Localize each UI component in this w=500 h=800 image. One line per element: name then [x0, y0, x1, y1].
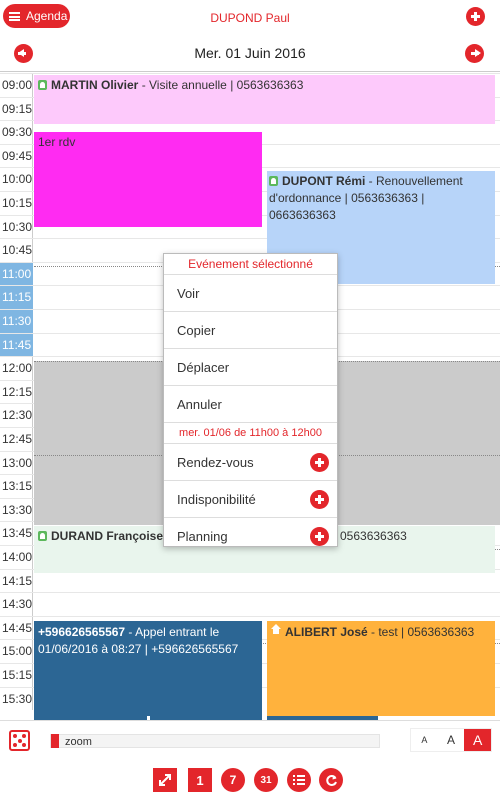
menu-item-label: Rendez-vous — [177, 455, 254, 470]
event-patient-name: MARTIN Olivier — [51, 78, 139, 92]
reminder-icon — [269, 176, 278, 186]
list-view-button[interactable] — [287, 768, 311, 792]
month-view-button[interactable]: 31 — [254, 768, 278, 792]
time-label: 10:15 — [0, 192, 33, 215]
time-label: 11:30 — [0, 310, 33, 333]
zoom-slider[interactable]: zoom — [50, 734, 380, 748]
event-detail: 1er rdv — [38, 135, 76, 149]
random-dice-icon[interactable] — [9, 730, 30, 751]
event-patient-name: ALIBERT José — [285, 625, 368, 639]
home-visit-icon — [271, 624, 281, 636]
plus-icon — [310, 490, 329, 509]
time-label: 15:00 — [0, 640, 33, 663]
event-first-rdv[interactable]: 1er rdv — [34, 132, 262, 227]
expand-icon — [159, 774, 171, 786]
time-label: 11:45 — [0, 333, 33, 357]
event-detail: - Visite annuelle | 0563636363 — [138, 78, 304, 92]
menu-item-label: Planning — [177, 529, 228, 544]
add-event-button[interactable] — [466, 7, 485, 26]
menu-item-copier[interactable]: Copier — [164, 312, 337, 349]
menu-title: Evénement sélectionné — [164, 254, 337, 275]
time-label: 10:30 — [0, 215, 33, 239]
zoom-slider-handle[interactable] — [51, 734, 59, 748]
time-label: 12:30 — [0, 404, 33, 427]
font-size-large-button[interactable]: A — [464, 729, 492, 751]
time-label: 12:45 — [0, 428, 33, 451]
time-label: 11:00 — [0, 262, 33, 286]
time-label: 14:30 — [0, 593, 33, 616]
event-martin[interactable]: MARTIN Olivier - Visite annuelle | 05636… — [34, 75, 495, 124]
time-label: 09:15 — [0, 97, 33, 121]
time-label: 11:15 — [0, 286, 33, 309]
time-label: 12:15 — [0, 380, 33, 404]
menu-item-planning[interactable]: Planning — [164, 518, 337, 555]
time-label: 13:00 — [0, 451, 33, 475]
zoom-label: zoom — [65, 736, 92, 748]
next-day-button[interactable] — [465, 44, 484, 63]
time-label: 09:30 — [0, 121, 33, 144]
plus-icon — [310, 527, 329, 546]
time-label: 10:00 — [0, 168, 33, 191]
font-size-medium-button[interactable]: A — [438, 729, 465, 751]
time-label: 13:45 — [0, 522, 33, 545]
menu-item-voir[interactable]: Voir — [164, 275, 337, 312]
time-label: 10:45 — [0, 239, 33, 262]
week-view-button[interactable]: 7 — [221, 768, 245, 792]
time-label: 14:45 — [0, 616, 33, 640]
expand-view-button[interactable] — [153, 768, 177, 792]
top-bar: Agenda DUPOND Paul Mer. 01 Juin 2016 — [0, 0, 500, 72]
font-size-small-button[interactable]: A — [411, 729, 438, 751]
time-label: 15:30 — [0, 687, 33, 711]
time-label: 15:15 — [0, 664, 33, 687]
font-size-selector: A A A — [410, 728, 492, 752]
time-label: 09:45 — [0, 144, 33, 168]
time-label: 09:00 — [0, 74, 33, 97]
date-title: Mer. 01 Juin 2016 — [194, 45, 306, 61]
menu-item-annuler[interactable]: Annuler — [164, 386, 337, 423]
event-detail: - test | 0563636363 — [367, 625, 475, 639]
event-context-menu: Evénement sélectionné Voir Copier Déplac… — [163, 253, 338, 547]
time-label: 14:15 — [0, 569, 33, 593]
time-label: 12:00 — [0, 357, 33, 380]
time-label: 13:30 — [0, 498, 33, 522]
list-icon — [293, 775, 305, 785]
time-label: 13:15 — [0, 475, 33, 498]
time-slot[interactable]: 14:30 — [0, 592, 500, 616]
menu-item-rendez-vous[interactable]: Rendez-vous — [164, 444, 337, 481]
time-label: 14:00 — [0, 546, 33, 569]
refresh-button[interactable] — [319, 768, 343, 792]
day-view-button[interactable]: 1 — [188, 768, 212, 792]
event-incoming-call[interactable]: +596626565567 - Appel entrant le 01/06/2… — [34, 621, 262, 716]
menu-item-label: Indisponibilité — [177, 492, 256, 507]
event-alibert[interactable]: ALIBERT José - test | 0563636363 — [267, 621, 495, 716]
reminder-icon — [38, 80, 47, 90]
menu-slot-subtitle: mer. 01/06 de 11h00 à 12h00 — [164, 423, 337, 444]
menu-item-deplacer[interactable]: Déplacer — [164, 349, 337, 386]
event-caller-number: +596626565567 — [38, 625, 126, 639]
plus-icon — [310, 453, 329, 472]
menu-item-indisponibilite[interactable]: Indisponibilité — [164, 481, 337, 518]
event-patient-name: DUPONT Rémi — [282, 174, 366, 188]
event-patient-name: DURAND Françoise — [51, 529, 164, 543]
reminder-icon — [38, 531, 47, 541]
event-detail: 0563636363 — [340, 529, 407, 543]
user-name: DUPOND Paul — [210, 11, 290, 25]
refresh-icon — [325, 774, 337, 786]
